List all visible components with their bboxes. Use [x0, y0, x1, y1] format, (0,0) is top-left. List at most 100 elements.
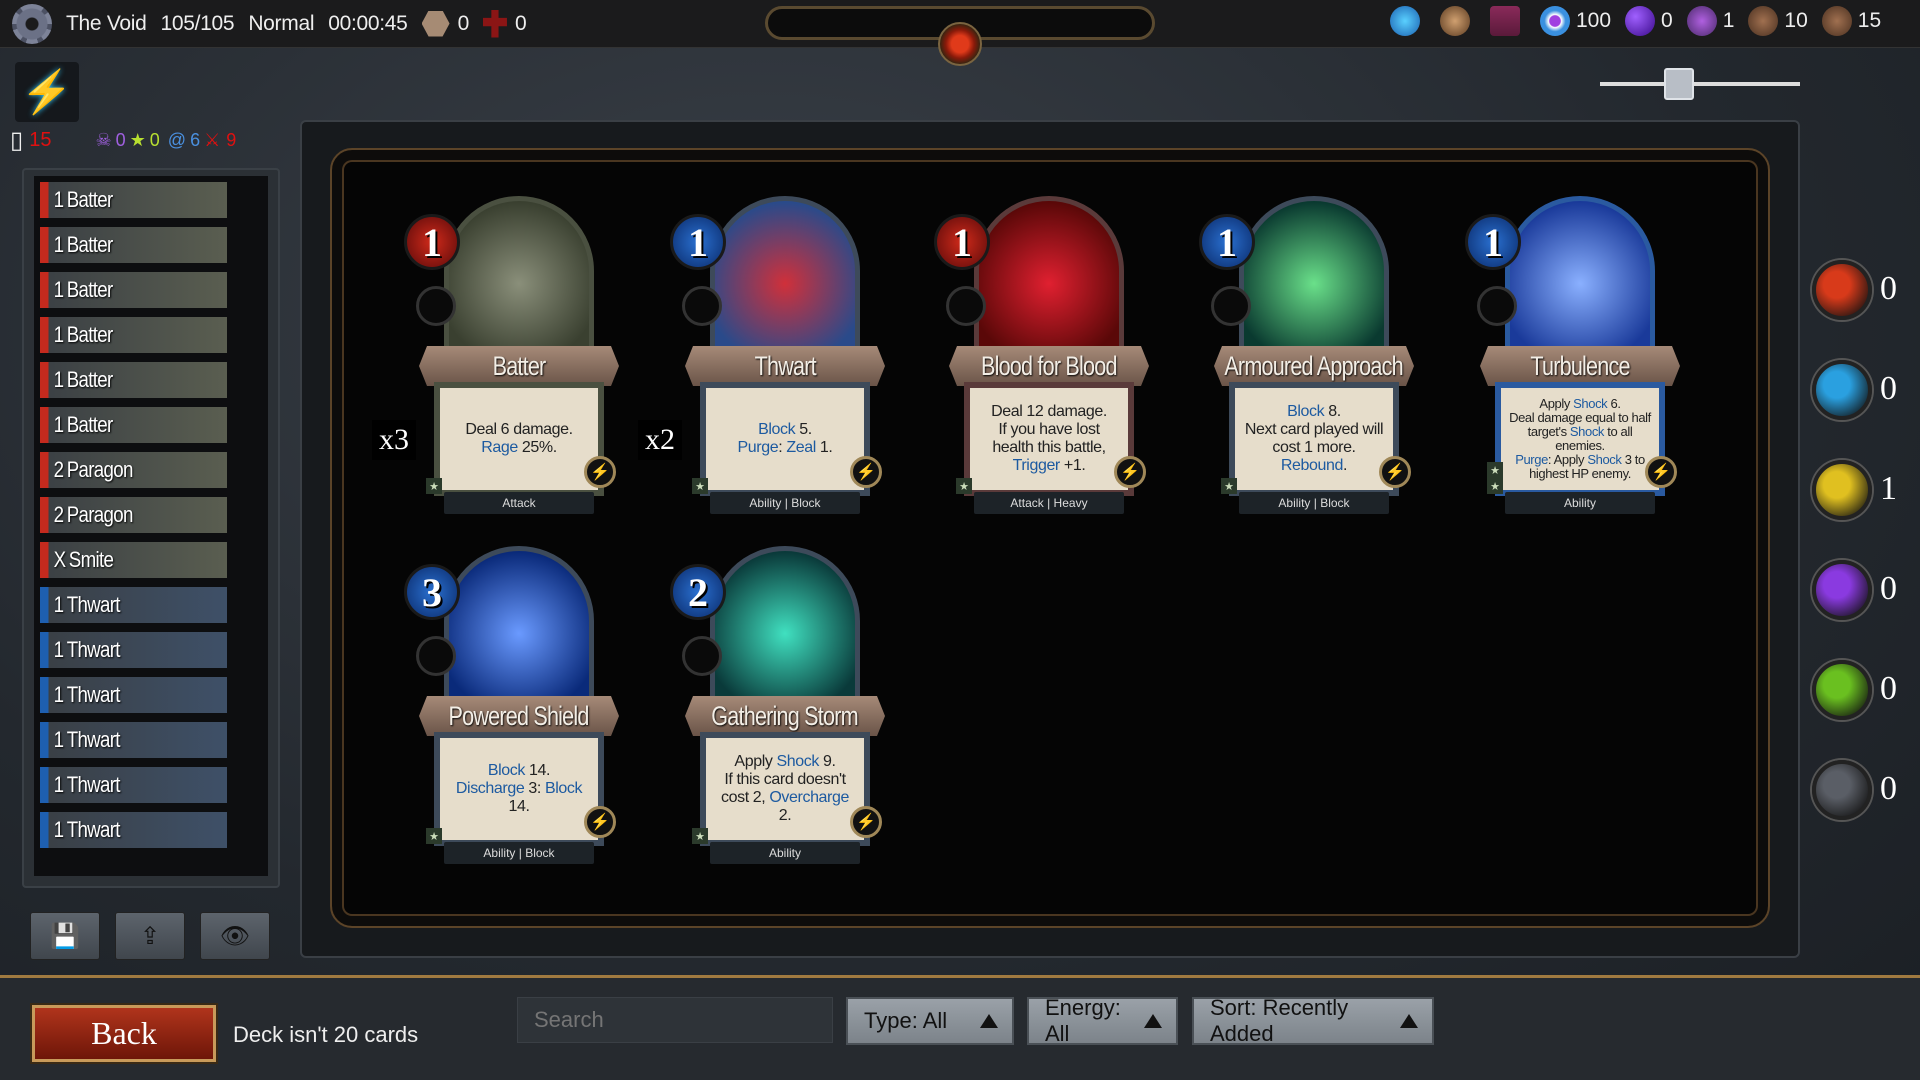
cost-color-stripe [40, 542, 49, 578]
lightning-icon: ⚡ [850, 806, 882, 838]
description-line: health this battle, [976, 439, 1122, 457]
deck-list-item[interactable]: 1 Batter [40, 362, 227, 398]
deck-list-item[interactable]: 1 Batter [40, 407, 227, 443]
sort-dropdown[interactable]: Sort: Recently Added [1192, 995, 1434, 1046]
red-count: 0 [514, 11, 527, 35]
resource-blue-token[interactable]: 100 [1540, 6, 1611, 36]
card-type: Ability | Block [710, 492, 860, 514]
deck-list-item[interactable]: 1 Batter [40, 182, 227, 218]
save-icon: 💾 [50, 922, 80, 950]
deck-list-item[interactable]: 1 Thwart [40, 767, 227, 803]
type-filter-dropdown[interactable]: Type: All [846, 997, 1014, 1045]
save-deck-button[interactable]: 💾 [30, 912, 100, 960]
description-text: Deal damage equal to half [1509, 410, 1651, 425]
description-text: Apply [1539, 396, 1574, 411]
energy-count: 0 [1880, 370, 1897, 407]
deck-list-item[interactable]: 1 Thwart [40, 722, 227, 758]
deck-list-item[interactable]: 1 Thwart [40, 812, 227, 848]
backpack-large-icon [1821, 6, 1852, 36]
back-button[interactable]: Back [32, 1005, 216, 1062]
description-line: Purge: Zeal 1. [712, 439, 858, 457]
deck-item-cost: 1 [53, 187, 64, 212]
card[interactable]: 1 Batter Deal 6 damage. Rage 25%. ⚡ ★ Attack x3 [372, 196, 634, 526]
description-text: cost 2, [721, 789, 770, 806]
card-type: Ability | Block [444, 842, 594, 864]
resource-scroll[interactable] [1440, 6, 1476, 36]
resource-potion[interactable]: 1 [1686, 6, 1734, 36]
eye-deck-button[interactable]: 👁 [200, 912, 270, 960]
resource-backpack-large[interactable]: 15 [1821, 6, 1881, 36]
zoom-slider-track[interactable] [1600, 82, 1800, 86]
description-text: +1. [1059, 457, 1086, 474]
zoom-slider-thumb[interactable] [1664, 68, 1694, 100]
settings-gear-icon[interactable] [12, 3, 52, 44]
search-input[interactable] [517, 997, 833, 1043]
card-title-banner: Gathering Storm [685, 696, 885, 736]
deck-item-name: Thwart [66, 637, 121, 662]
description-text: Apply [734, 753, 777, 770]
card-type: Ability | Block [1239, 492, 1389, 514]
deck-list-item[interactable]: 1 Thwart [40, 587, 227, 623]
lightning-energy-icon[interactable] [1812, 560, 1872, 620]
description-line: highest HP enemy. [1507, 467, 1653, 481]
leaf-energy-icon[interactable] [1812, 660, 1872, 720]
card[interactable]: 2 Gathering Storm Apply Shock 9. If this ca… [670, 546, 900, 876]
deck-item-cost: 1 [53, 772, 64, 797]
energy-count: 1 [1880, 470, 1897, 507]
card-cost: 1 [934, 214, 990, 270]
deck-list-item[interactable]: 1 Batter [40, 272, 227, 308]
eye-icon: 👁 [219, 922, 251, 950]
card[interactable]: 3 Powered Shield Block 14. Discharge 3: Blo… [404, 546, 634, 876]
cost-color-stripe [40, 677, 49, 713]
energy-filter-dropdown[interactable]: Energy: All [1027, 995, 1178, 1046]
deck-list-item[interactable]: 2 Paragon [40, 497, 227, 533]
card-title-banner: Batter [419, 346, 619, 386]
card[interactable]: 1 Turbulence Apply Shock 6. Deal damage equ… [1465, 196, 1695, 526]
upload-deck-button[interactable]: ⇪ [115, 912, 185, 960]
resource-backpack[interactable]: 10 [1748, 6, 1808, 36]
description-text: 14. [525, 762, 551, 779]
rarity-star-icon: ★ [956, 478, 972, 494]
description-line: If you have lost [976, 421, 1122, 439]
blue-gem-energy-icon[interactable] [1812, 360, 1872, 420]
description-line: Block 14. [446, 762, 592, 780]
card-art [1239, 196, 1389, 356]
deck-list-item[interactable]: X Smite [40, 542, 227, 578]
map-gem-icon[interactable] [938, 22, 982, 66]
deck-list-item[interactable]: 1 Batter [40, 227, 227, 263]
deck-list-item[interactable]: 2 Paragon [40, 452, 227, 488]
deck-item-cost: 1 [53, 592, 64, 617]
rarity-star-icon: ★ [1221, 478, 1237, 494]
description-text: 14. [508, 798, 530, 815]
card-title-banner: Armoured Approach [1214, 346, 1414, 386]
resource-blue-gem[interactable] [1390, 6, 1426, 36]
fist-energy-icon[interactable] [1812, 260, 1872, 320]
resources: 100 0 1 10 15 [1390, 6, 1895, 36]
red-cross-icon [482, 9, 507, 38]
deck-list-item[interactable]: 1 Thwart [40, 677, 227, 713]
card[interactable]: 1 Blood for Blood Deal 12 damage. If you ha… [934, 196, 1164, 526]
skull-energy-icon[interactable] [1812, 760, 1872, 820]
card-description: Deal 12 damage. If you have lost health th… [964, 382, 1134, 496]
deck-item-name: Thwart [66, 592, 121, 617]
card-title-banner: Blood for Blood [949, 346, 1149, 386]
resource-purple-orb[interactable]: 0 [1625, 6, 1673, 36]
card[interactable]: 1 Armoured Approach Block 8. Next card play… [1199, 196, 1429, 526]
description-text: : Apply [1547, 452, 1588, 467]
deck-item-name: Batter [66, 322, 113, 347]
card[interactable]: 1 Thwart Block 5. Purge: Zeal 1. ⚡ ★ Ability |… [638, 196, 900, 526]
shield-energy-icon[interactable] [1812, 460, 1872, 520]
description-text: target's [1527, 424, 1570, 439]
description-text: 25%. [517, 439, 557, 456]
deck-list-item[interactable]: 1 Thwart [40, 632, 227, 668]
description-text: 8. [1324, 403, 1341, 420]
caret-up-icon [1400, 1014, 1418, 1028]
resource-spellbook[interactable] [1490, 6, 1526, 36]
card-description: Apply Shock 9. If this card doesn't cost 2… [700, 732, 870, 846]
description-line: Deal 12 damage. [976, 403, 1122, 421]
purple-orb-icon [1625, 6, 1656, 36]
deck-list-item[interactable]: 1 Batter [40, 317, 227, 353]
description-text: 6. [1607, 396, 1621, 411]
potion-icon [1686, 6, 1717, 36]
deck-item-name: Thwart [66, 727, 121, 752]
